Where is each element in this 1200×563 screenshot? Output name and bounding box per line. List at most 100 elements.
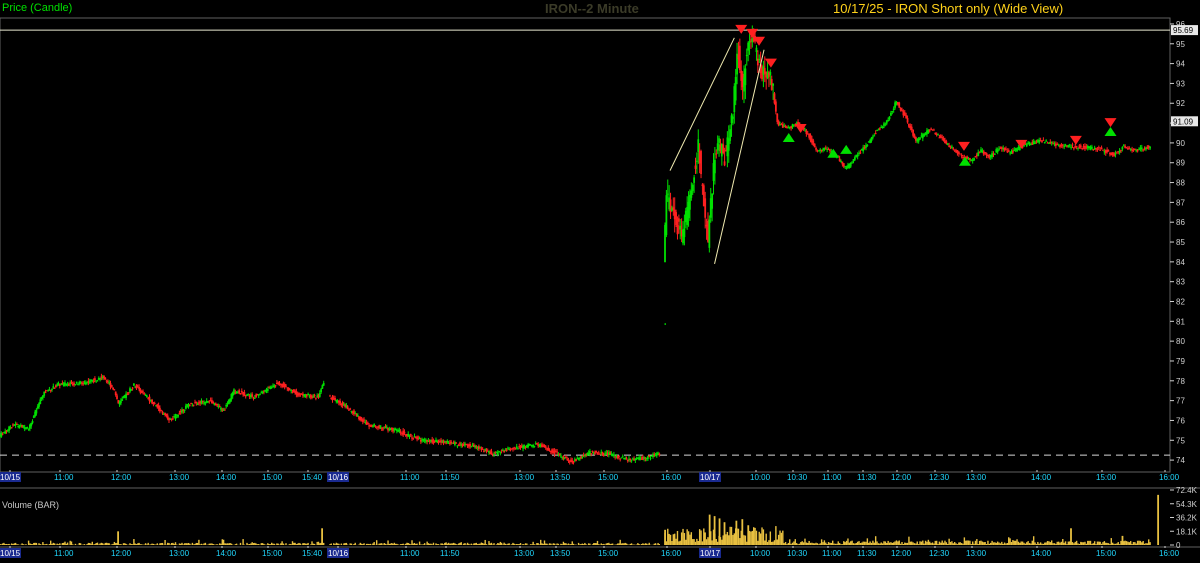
volume-bar (450, 543, 452, 545)
volume-bar (426, 541, 428, 545)
volume-bar (606, 543, 609, 545)
volume-bar (172, 542, 174, 545)
volume-bar (784, 541, 787, 545)
volume-bar (460, 542, 462, 545)
volume-bar (971, 541, 974, 545)
volume-bar (797, 544, 799, 545)
volume-bar (762, 529, 765, 545)
volume-bar (973, 543, 975, 545)
volume-bar (306, 543, 308, 545)
volume-bar (856, 541, 859, 545)
volume-bar (70, 541, 73, 545)
volume-bar (146, 544, 148, 545)
volume-bar (1038, 543, 1040, 545)
candle-body (412, 437, 415, 439)
time-tick-label: 13:50 (550, 549, 571, 558)
volume-bar (615, 544, 618, 545)
volume-bar (773, 540, 776, 545)
volume-bar (490, 542, 493, 545)
volume-bar (1074, 541, 1076, 545)
candle-body (131, 387, 134, 389)
sell-signal-icon (735, 24, 748, 34)
candle-body (690, 190, 693, 198)
candle-body (708, 219, 711, 248)
volume-bar (79, 543, 82, 545)
volume-bar (959, 542, 961, 545)
volume-bar (12, 543, 14, 545)
volume-bar (1053, 543, 1056, 545)
volume-bar (826, 543, 828, 545)
volume-bar (255, 543, 257, 545)
volume-bar (458, 543, 460, 545)
candle-body (1142, 149, 1145, 151)
sell-signal-icon (957, 141, 970, 151)
volume-bar (585, 544, 587, 545)
volume-bar (1103, 541, 1106, 545)
volume-bar (624, 542, 626, 545)
candle-body (1140, 147, 1143, 150)
candle-body (218, 406, 221, 408)
volume-bar (150, 544, 152, 545)
candle-body (334, 397, 336, 401)
time-tick-label: 10:30 (787, 549, 808, 558)
candle-body (44, 392, 47, 394)
volume-bar (984, 542, 986, 545)
volume-bar (33, 542, 35, 545)
candle-body (27, 428, 30, 430)
candle-body (259, 394, 261, 396)
volume-bar (90, 543, 92, 545)
candle-body (0, 432, 3, 437)
time-tick-label: 15:00 (1096, 549, 1117, 558)
volume-bar (16, 544, 18, 545)
volume-bar (565, 543, 567, 545)
volume-bar (202, 544, 204, 545)
volume-bar (776, 539, 778, 545)
volume-bar (848, 542, 851, 545)
volume-bar (508, 543, 510, 545)
time-tick-label: 14:00 (216, 473, 237, 482)
volume-bar (566, 544, 568, 545)
volume-bar (1005, 543, 1007, 545)
candle-body (829, 149, 831, 151)
volume-bar (969, 540, 971, 545)
volume-bar (1073, 543, 1075, 545)
volume-bar (0, 544, 2, 545)
candle-body (8, 426, 10, 431)
volume-bar (888, 542, 891, 545)
volume-bar (78, 542, 80, 545)
candle-body (493, 453, 495, 455)
candle-body (713, 159, 716, 174)
candle-body (4, 431, 7, 434)
volume-bar (707, 537, 709, 545)
volume-bar (187, 542, 190, 545)
candle-body (1097, 147, 1100, 149)
volume-bar (697, 541, 699, 545)
volume-bar (1098, 541, 1100, 545)
candle-body (274, 385, 277, 387)
volume-bar (947, 543, 949, 545)
candle-body (30, 422, 33, 427)
volume-bar (104, 542, 106, 545)
candle-body (665, 195, 668, 235)
candle-body (1050, 141, 1053, 143)
volume-bar (569, 544, 571, 545)
volume-bar (926, 541, 928, 545)
time-tick-label: 11:00 (400, 473, 420, 482)
volume-bar (1, 543, 4, 545)
volume-bar (152, 543, 155, 545)
volume-bar (647, 544, 649, 545)
candle-body (533, 445, 536, 447)
time-tick-label: 12:30 (929, 473, 950, 482)
time-tick-label: 10:00 (750, 473, 771, 482)
time-tick-label: 15:40 (302, 549, 323, 558)
volume-bar (847, 538, 849, 545)
volume-bar (297, 543, 299, 545)
candle-body (1067, 145, 1070, 148)
volume-bar (996, 541, 999, 545)
candle-body (928, 130, 931, 132)
volume-bar (289, 543, 291, 545)
candle-body (597, 452, 600, 454)
volume-bar (1105, 542, 1107, 545)
volume-bar (25, 544, 27, 545)
price-tick-label: 76 (1176, 416, 1185, 425)
